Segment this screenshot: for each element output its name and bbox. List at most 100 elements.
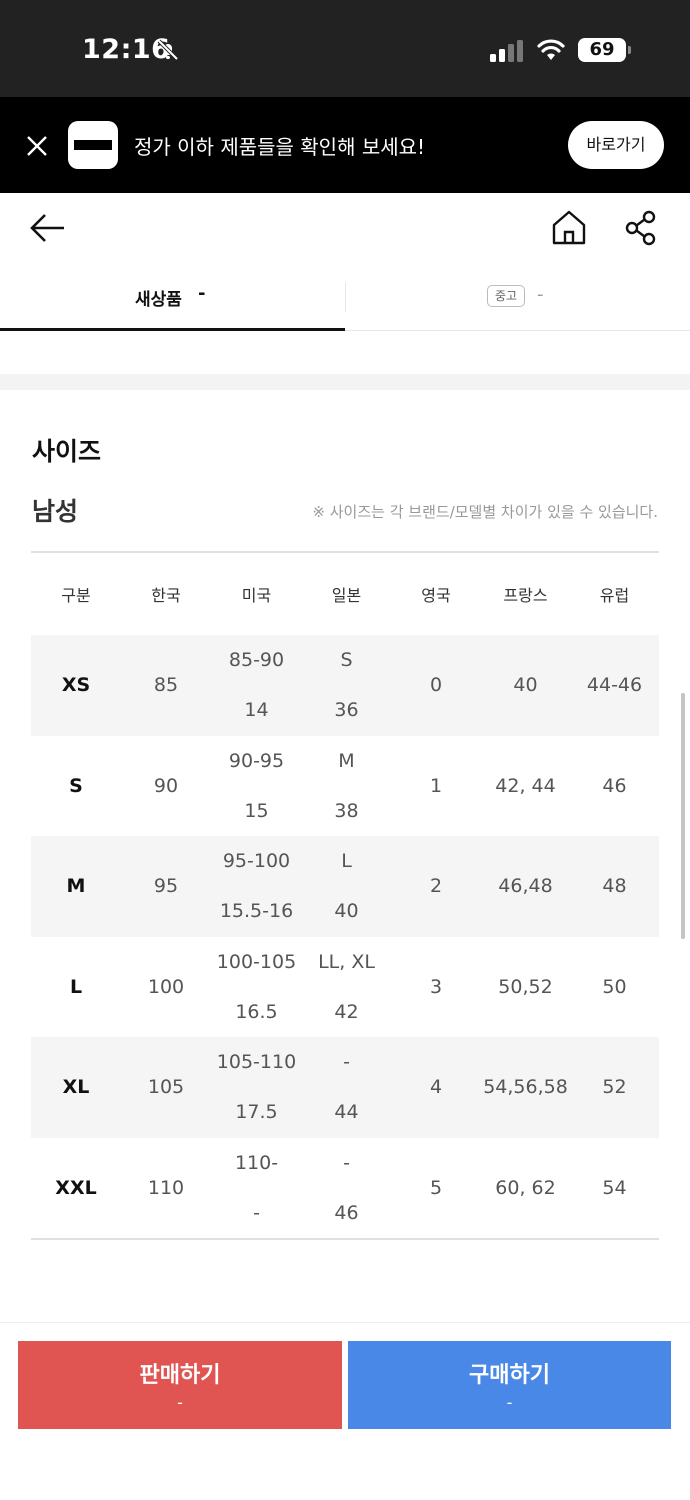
fr-cell: 40 [513, 674, 538, 697]
size-table: 구분 한국 미국 일본 영국 프랑스 유럽 XS 85 85-90 14 S 3… [31, 551, 659, 1240]
table-row: S 90 90-95 15 M 38 1 42, 44 46 [31, 736, 659, 837]
signal-icon [490, 40, 523, 62]
used-badge: 중고 [487, 285, 525, 307]
fr-cell: 42, 44 [495, 774, 556, 797]
promo-go-button[interactable]: 바로가기 [568, 121, 664, 169]
app-logo [68, 121, 118, 169]
jp-value: - [343, 1151, 350, 1174]
eu-cell: 46 [602, 774, 627, 797]
jp-value: L [341, 850, 352, 873]
tab-used-product[interactable]: 중고 - [346, 262, 690, 331]
fr-cell: 46,48 [498, 875, 553, 898]
scrollbar[interactable] [681, 693, 685, 939]
close-icon[interactable] [24, 133, 50, 159]
us-value: 100-105 [216, 950, 297, 973]
size-note: ※ 사이즈는 각 브랜드/모델별 차이가 있을 수 있습니다. [312, 503, 658, 521]
tab-new-price: - [198, 283, 206, 304]
fr-cell: 54,56,58 [483, 1076, 568, 1099]
eu-cell: 44-46 [586, 674, 643, 697]
jp-cell: - 44 [302, 1037, 391, 1138]
battery-indicator: 69 [578, 38, 631, 62]
eu-cell: 50 [602, 975, 627, 998]
us-value: 95-100 [222, 850, 291, 873]
table-row: XS 85 85-90 14 S 36 0 40 44-46 [31, 635, 659, 736]
size-cell: XS [61, 674, 91, 697]
kr-cell: 85 [153, 674, 179, 697]
jp-number-value: 38 [334, 799, 359, 822]
us-cell: 95-100 15.5-16 [211, 836, 302, 937]
section-divider [0, 374, 690, 390]
jp-value: LL, XL [318, 950, 375, 973]
kr-cell: 90 [153, 774, 179, 797]
us-value: 85-90 [228, 649, 285, 672]
size-cell: XXL [55, 1176, 97, 1199]
uk-cell: 4 [429, 1076, 443, 1099]
size-section-title: 사이즈 [32, 437, 102, 466]
uk-cell: 2 [429, 875, 443, 898]
table-header: 구분 한국 미국 일본 영국 프랑스 유럽 [31, 553, 659, 635]
table-row: XL 105 105-110 17.5 - 44 4 54,56,58 52 [31, 1037, 659, 1138]
uk-cell: 5 [429, 1176, 443, 1199]
header-cell: 일본 [331, 586, 362, 605]
sell-button[interactable]: 판매하기 - [18, 1341, 342, 1429]
jp-number-value: 36 [334, 699, 359, 722]
us-cell: 110- - [211, 1138, 302, 1239]
kr-cell: 95 [153, 875, 179, 898]
home-icon[interactable] [550, 208, 588, 246]
jp-value: M [338, 749, 355, 772]
header-cell: 미국 [241, 586, 272, 605]
us-value: 110- [234, 1151, 279, 1174]
us-neck-value: 16.5 [235, 1000, 278, 1023]
eu-cell: 54 [602, 1176, 627, 1199]
header-cell: 프랑스 [503, 586, 548, 605]
jp-cell: LL, XL 42 [302, 937, 391, 1038]
status-bar: 12:16 69 [0, 0, 690, 97]
back-arrow-icon[interactable] [28, 210, 68, 246]
size-cell: L [69, 975, 83, 998]
us-value: 90-95 [228, 749, 285, 772]
jp-cell: S 36 [302, 635, 391, 736]
eu-cell: 48 [602, 875, 627, 898]
buy-button[interactable]: 구매하기 - [348, 1341, 671, 1429]
us-neck-value: 15.5-16 [219, 900, 294, 923]
us-neck-value: - [253, 1201, 260, 1224]
us-neck-value: 17.5 [235, 1101, 278, 1124]
share-icon[interactable] [624, 210, 658, 246]
header-cell: 유럽 [599, 586, 630, 605]
promo-banner: 정가 이하 제품들을 확인해 보세요! 바로가기 [0, 97, 690, 193]
table-row: M 95 95-100 15.5-16 L 40 2 46,48 48 [31, 836, 659, 937]
jp-value: S [340, 649, 353, 672]
bell-slash-icon [157, 39, 179, 61]
fr-cell: 50,52 [498, 975, 553, 998]
us-neck-value: 15 [244, 799, 269, 822]
size-cell: M [66, 875, 86, 898]
promo-text: 정가 이하 제품들을 확인해 보세요! [134, 135, 426, 159]
us-neck-value: 14 [244, 699, 269, 722]
jp-cell: - 46 [302, 1138, 391, 1239]
tab-new-product[interactable]: 새상품 - [0, 262, 345, 331]
us-value: 105-110 [216, 1051, 297, 1074]
header-cell: 영국 [421, 586, 451, 605]
header-cell: 한국 [151, 586, 181, 605]
bottom-action-bar: 판매하기 - 구매하기 - [0, 1322, 690, 1500]
tab-new-label: 새상품 [135, 290, 182, 310]
jp-number-value: 44 [334, 1101, 359, 1124]
jp-number-value: 42 [334, 1000, 359, 1023]
jp-number-value: 40 [334, 900, 359, 923]
header-cell: 구분 [61, 586, 91, 605]
us-cell: 105-110 17.5 [211, 1037, 302, 1138]
jp-value: - [343, 1051, 350, 1074]
fr-cell: 60, 62 [495, 1176, 556, 1199]
us-cell: 85-90 14 [211, 635, 302, 736]
jp-number-value: 46 [334, 1201, 359, 1224]
size-cell: XL [62, 1076, 90, 1099]
tab-used-price: - [537, 284, 544, 305]
kr-cell: 105 [147, 1076, 185, 1099]
table-row: L 100 100-105 16.5 LL, XL 42 3 50,52 50 [31, 937, 659, 1038]
kr-cell: 110 [147, 1176, 185, 1199]
kr-cell: 100 [147, 975, 185, 998]
gender-title: 남성 [32, 497, 79, 526]
sell-price: - [177, 1393, 183, 1412]
eu-cell: 52 [602, 1076, 627, 1099]
buy-label: 구매하기 [469, 1363, 550, 1388]
